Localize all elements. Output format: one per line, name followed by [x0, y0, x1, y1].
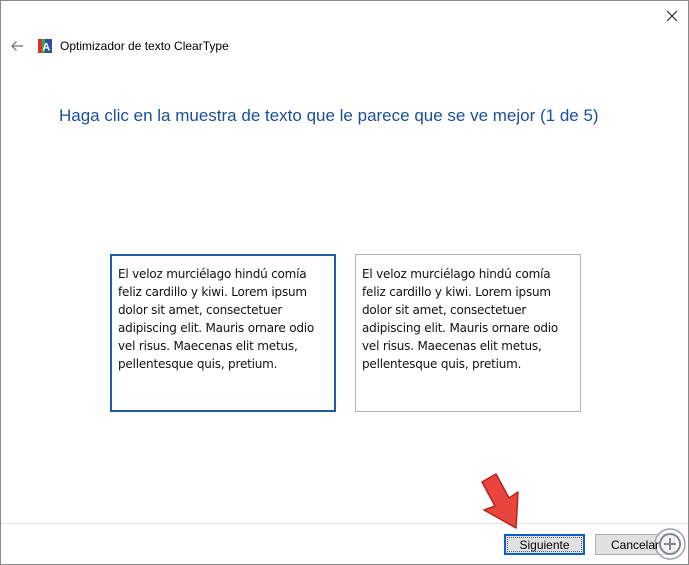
- svg-text:A: A: [42, 42, 50, 54]
- back-button[interactable]: [7, 36, 27, 56]
- back-arrow-icon: [11, 41, 23, 51]
- sample-2-text: El veloz murciélago hindú comía feliz ca…: [362, 267, 559, 371]
- text-sample-2[interactable]: El veloz murciélago hindú comía feliz ca…: [355, 254, 581, 412]
- pointer-arrow-icon: [481, 473, 519, 529]
- window-title: Optimizador de texto ClearType: [60, 39, 229, 53]
- cancel-button-label: Cancelar: [610, 537, 660, 552]
- close-icon: [666, 10, 678, 22]
- next-button[interactable]: Siguiente: [504, 534, 585, 555]
- cleartype-icon: A: [38, 39, 52, 53]
- next-button-label: Siguiente: [519, 537, 570, 552]
- cleartype-window: A Optimizador de texto ClearType Haga cl…: [0, 0, 689, 565]
- close-button[interactable]: [655, 1, 689, 31]
- page-heading: Haga clic en la muestra de texto que le …: [59, 106, 599, 125]
- sample-1-text: El veloz murciélago hindú comía feliz ca…: [118, 267, 315, 371]
- text-sample-1[interactable]: El veloz murciélago hindú comía feliz ca…: [110, 254, 336, 412]
- footer-divider: [1, 523, 688, 524]
